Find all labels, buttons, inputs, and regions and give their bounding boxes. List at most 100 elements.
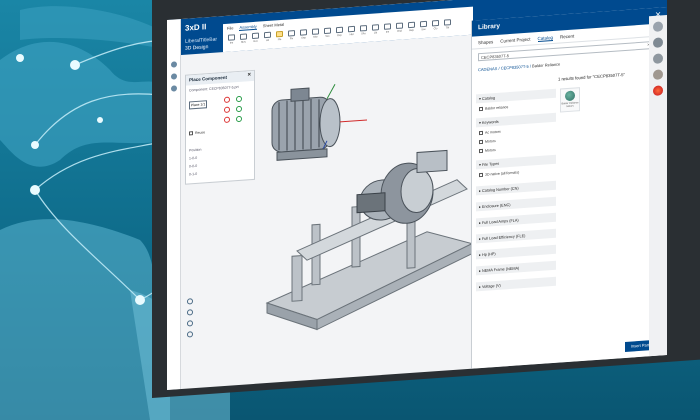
ribbon-tool-button[interactable]: Clo <box>431 19 440 32</box>
facet-filters: ▾ Catalog Baldor reliance ▾ Keywords Ac … <box>476 88 556 299</box>
ribbon-tool-button[interactable]: Fix <box>287 30 296 42</box>
ribbon-tool-button[interactable]: Rep <box>407 21 416 34</box>
tool-label: Sec <box>325 34 330 38</box>
tool-label: Tbl <box>445 26 450 30</box>
strip-icon[interactable] <box>170 73 177 80</box>
ribbon-tool-button[interactable]: Lib <box>371 24 380 36</box>
zoom-icon[interactable] <box>187 309 193 316</box>
tool-icon <box>396 22 403 29</box>
tab-shapes[interactable]: Shapes <box>478 39 493 46</box>
tool-icon <box>264 31 271 39</box>
ribbon-tool-button[interactable]: Sav <box>419 20 428 33</box>
part-preview-icon <box>565 90 575 102</box>
part-icon[interactable] <box>653 21 663 33</box>
app-subtitle: LiberalTitleBar <box>185 36 218 45</box>
ribbon-tool-button[interactable]: Pla <box>275 30 284 43</box>
rotate-green-icon[interactable] <box>236 95 242 103</box>
close-icon[interactable]: × <box>247 72 251 78</box>
tool-icon <box>444 19 451 26</box>
checkbox-box[interactable] <box>479 130 483 136</box>
facet-title: Voltage (V) <box>481 283 501 289</box>
thumbnail-caption: Baldor Reliance Motors <box>561 101 579 109</box>
facet-collapsed[interactable]: ▸ Catalog Number (CN) <box>476 180 556 196</box>
tool-label: Snp <box>301 36 306 40</box>
facet-collapsed[interactable]: ▸ Voltage (V) <box>476 276 556 292</box>
library-icon[interactable] <box>653 69 663 81</box>
ribbon-tool-button[interactable]: Ins <box>227 34 236 46</box>
tool-label: Fix <box>289 37 294 41</box>
tab-assembly[interactable]: Assembly <box>239 23 257 31</box>
facet-title: Full Load Efficiency (FLE) <box>481 233 526 241</box>
tool-icon <box>408 21 415 29</box>
ribbon-tool-button[interactable]: Ins <box>383 23 392 35</box>
ribbon-tool-button[interactable]: Rnd <box>395 22 404 34</box>
pan-icon[interactable] <box>187 298 193 305</box>
tab-catalog[interactable]: Catalog <box>537 35 554 43</box>
result-thumbnail[interactable]: Baldor Reliance Motors <box>560 87 580 113</box>
tool-icon <box>288 30 295 37</box>
vendor-logo-icon[interactable] <box>653 85 663 97</box>
tab-file[interactable]: File <box>227 25 233 31</box>
checkbox-box[interactable] <box>189 131 193 136</box>
facet-collapsed[interactable]: ▸ Hp (HP) <box>476 244 556 260</box>
ribbon-tool-button[interactable]: Ali <box>263 31 272 44</box>
reuse-checkbox[interactable]: Reuse <box>186 125 254 138</box>
right-icon-strip <box>649 15 667 357</box>
rotate-red-icon[interactable] <box>224 96 230 104</box>
ribbon-tool-button[interactable]: Mov <box>239 33 248 45</box>
tool-label: Rep <box>409 28 414 33</box>
app-title: 3xD II <box>185 22 207 33</box>
tool-label: Ins <box>229 41 234 45</box>
breadcrumb-item: Baldor Reliance <box>532 61 561 69</box>
rotate-red-icon[interactable] <box>224 116 230 124</box>
checkbox-box[interactable] <box>479 106 483 112</box>
ribbon-tool-button[interactable]: Snp <box>299 29 308 41</box>
tool-label: Sav <box>421 27 426 32</box>
tool-label: Sho <box>361 32 366 36</box>
fit-view-icon[interactable] <box>187 331 193 338</box>
assembly-icon[interactable] <box>653 53 663 65</box>
rotate-red-icon[interactable] <box>224 106 230 114</box>
ribbon-tool-button[interactable]: Hid <box>347 25 356 38</box>
rotate-green-icon[interactable] <box>236 115 242 123</box>
facet-option-label: Baldor reliance <box>485 105 509 111</box>
checkbox-box[interactable] <box>479 148 483 154</box>
rotate-green-icon[interactable] <box>236 105 242 113</box>
ribbon-tool-button[interactable]: Rot <box>251 32 260 44</box>
view-tools <box>187 298 193 338</box>
3d-viewport[interactable] <box>257 38 477 383</box>
breadcrumb-item[interactable]: CECP83507T-5 <box>501 64 529 71</box>
facet-collapsed[interactable]: ▸ Full Load Efficiency (FLE) <box>476 228 556 244</box>
facet-title: Catalog Number (CN) <box>481 186 519 193</box>
tool-icon <box>384 23 391 30</box>
checkbox-box[interactable] <box>479 139 483 145</box>
ribbon-tool-button[interactable]: Tbl <box>443 19 452 31</box>
tool-icon <box>240 33 247 40</box>
facet-collapsed[interactable]: ▸ Enclosure (ENC) <box>476 196 556 212</box>
tab-current-project[interactable]: Current Project <box>500 37 530 45</box>
ribbon-tool-button[interactable]: Sec <box>323 27 332 39</box>
breadcrumb-item[interactable]: CADENAS <box>478 66 497 72</box>
ribbon-tool-button[interactable]: Sho <box>359 25 368 37</box>
place-button[interactable]: Place 1/1 <box>189 100 207 110</box>
tool-label: Lib <box>373 31 378 35</box>
facet-title: Catalog <box>481 96 496 101</box>
tool-icon <box>324 27 331 35</box>
rotate-view-icon[interactable] <box>187 320 193 327</box>
facet-collapsed[interactable]: ▸ NEMA Frame (NEMA) <box>476 260 556 276</box>
results-count: 1 results found for "CECP83507T-5" <box>558 71 625 82</box>
design-mode-badge[interactable]: 3D Design <box>185 44 208 52</box>
ribbon-tool-button[interactable]: Msr <box>311 28 320 40</box>
tab-recent[interactable]: Recent <box>560 34 574 41</box>
ribbon-tool-button[interactable]: Exp <box>335 26 344 39</box>
facet-collapsed[interactable]: ▸ Full Load Amps (FLA) <box>476 212 556 228</box>
tool-icon <box>312 28 319 35</box>
checkbox-box[interactable] <box>479 172 483 178</box>
facet-option-label: Ac motors <box>485 129 501 135</box>
strip-icon[interactable] <box>170 85 177 92</box>
facet-option-label: Motors <box>485 139 496 144</box>
strip-icon[interactable] <box>170 61 177 68</box>
tool-label: Mov <box>241 40 246 44</box>
gear-icon[interactable] <box>653 37 663 49</box>
facet-title: File Types <box>481 161 500 167</box>
